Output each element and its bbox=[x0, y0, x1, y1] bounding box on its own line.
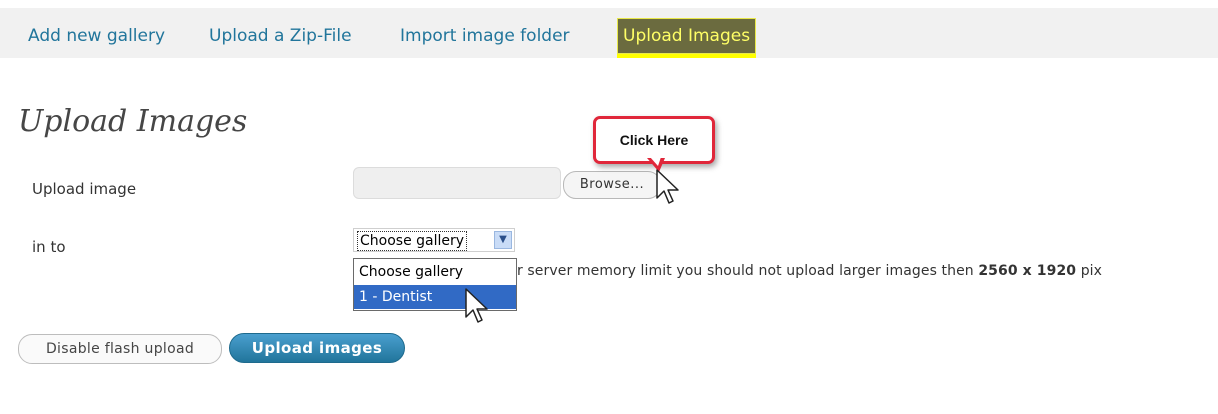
gallery-dropdown-list: Choose gallery 1 - Dentist bbox=[353, 258, 517, 311]
memory-note-text: r server memory limit you should not upl… bbox=[517, 263, 979, 279]
gallery-option-choose[interactable]: Choose gallery bbox=[354, 260, 516, 284]
memory-note-size: 2560 x 1920 bbox=[978, 263, 1077, 279]
submenu-tab-bar: Add new gallery Upload a Zip-File Import… bbox=[0, 8, 1218, 58]
file-path-field[interactable] bbox=[353, 167, 561, 199]
in-to-label: in to bbox=[32, 238, 66, 256]
tab-upload-images[interactable]: Upload Images bbox=[617, 18, 757, 58]
tab-import-image-folder[interactable]: Import image folder bbox=[400, 18, 570, 58]
gallery-select-value: Choose gallery bbox=[357, 231, 468, 251]
upload-image-label: Upload image bbox=[32, 180, 137, 198]
memory-note-suffix: pix bbox=[1076, 263, 1103, 279]
chevron-down-icon[interactable]: ▼ bbox=[494, 231, 512, 249]
mouse-pointer-icon bbox=[656, 169, 679, 204]
upload-images-button[interactable]: Upload images bbox=[229, 333, 405, 363]
page-title: Upload Images bbox=[18, 104, 248, 139]
hand-pointer-icon bbox=[465, 288, 488, 323]
browse-button[interactable]: Browse... bbox=[563, 171, 661, 199]
tab-upload-zip-file[interactable]: Upload a Zip-File bbox=[209, 18, 352, 58]
tab-add-new-gallery[interactable]: Add new gallery bbox=[28, 18, 165, 58]
gallery-option-dentist[interactable]: 1 - Dentist bbox=[354, 285, 516, 309]
disable-flash-upload-button[interactable]: Disable flash upload bbox=[18, 334, 222, 364]
callout-pointer-inner bbox=[650, 157, 661, 166]
memory-limit-note: r server memory limit you should not upl… bbox=[517, 263, 1102, 279]
gallery-select[interactable]: Choose gallery ▼ bbox=[353, 228, 515, 252]
